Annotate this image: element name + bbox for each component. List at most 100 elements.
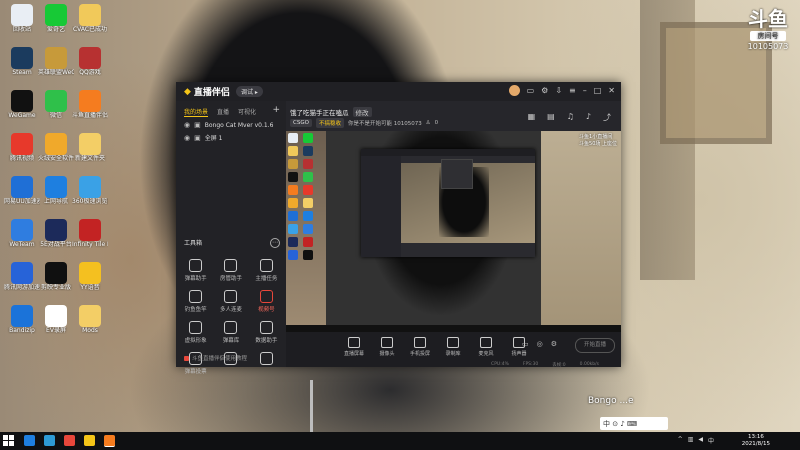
desktop-icon[interactable]: 爱奇艺 — [38, 4, 74, 33]
scene-item[interactable]: ◉ ▣ 全屏 1 — [176, 129, 286, 143]
ime-toolbar[interactable]: 中 ⊙ ♪ ⌨ — [600, 417, 668, 430]
toolbox-item[interactable]: 多人连麦 — [213, 290, 248, 313]
desktop-icon[interactable]: 5E对战平台 — [38, 219, 74, 248]
control-button[interactable]: 直播屏幕 — [342, 337, 366, 357]
toolbox-item[interactable]: 视频号 — [249, 290, 284, 313]
version-pill[interactable]: 调试 ▸ — [235, 86, 263, 97]
desktop-icon[interactable]: CVAC已成功 — [72, 4, 108, 33]
avatar[interactable] — [508, 85, 520, 96]
desktop-icon[interactable]: 上网导航 — [38, 176, 74, 205]
message-icon[interactable]: ▭ — [527, 86, 535, 95]
scene-item[interactable]: ◉ ▣ Bongo Cat Mver v0.1.6 — [176, 117, 286, 129]
start-live-button[interactable]: 开始直播 — [575, 338, 615, 353]
desktop-icon[interactable]: Bandizip — [4, 305, 40, 334]
preview-app-icon — [288, 133, 298, 143]
desktop-icon[interactable]: EV录屏 — [38, 305, 74, 334]
app-icon — [79, 47, 101, 69]
menu-icon[interactable]: ≡ — [569, 86, 576, 95]
audio-icon[interactable]: ♫ — [567, 112, 574, 123]
control-button[interactable]: 摄像头 — [375, 337, 399, 357]
desktop-icon[interactable]: 腾讯网游加速器 — [4, 262, 40, 291]
toolbox-item[interactable]: 房管助手 — [213, 259, 248, 282]
desktop-icon[interactable]: 回收站 — [4, 4, 40, 33]
taskbar-app-icon[interactable] — [44, 435, 55, 446]
tab-live[interactable]: 直播 — [217, 107, 229, 117]
taskbar-app-icon[interactable] — [104, 435, 115, 447]
desktop-icon[interactable]: 微信 — [38, 90, 74, 119]
eye-icon[interactable]: ◉ — [184, 121, 190, 129]
eye-icon[interactable]: ◉ — [184, 134, 190, 142]
toolbox-item[interactable]: 弹幕助手 — [178, 259, 213, 282]
category-chip[interactable]: CSGO — [290, 119, 312, 127]
desktop-icon[interactable]: Infinity Tile Pro — [72, 219, 108, 248]
desktop-icon[interactable]: 腾讯视频 — [4, 133, 40, 162]
control-label: 扬声器 — [511, 351, 527, 357]
desktop-icon[interactable]: 360极速浏览器 — [72, 176, 108, 205]
toolbox-item[interactable] — [249, 352, 284, 375]
tool-icon — [189, 290, 203, 303]
toolbox-item[interactable]: 弹幕库 — [213, 321, 248, 344]
desktop-icon[interactable]: WeGame — [4, 90, 40, 119]
taskbar-app-icon[interactable] — [84, 435, 95, 446]
settings-icon[interactable]: ⚙ — [541, 86, 548, 95]
windows-start-icon[interactable] — [3, 435, 14, 446]
stream-preview[interactable]: 斗鱼1小直播间 斗鱼50场 上座位 — [286, 131, 621, 332]
edit-title-button[interactable]: 修改 — [352, 107, 372, 117]
desktop-icon[interactable]: 斗鱼直播伴侣 — [72, 90, 108, 119]
download-icon[interactable]: ⇩ — [555, 86, 562, 95]
ime-icon[interactable]: 中 — [708, 436, 714, 445]
desktop-icon[interactable]: 火绒安全软件 — [38, 133, 74, 162]
desktop-icon-label: 剪映专业版 — [40, 284, 71, 291]
taskbar-app-icon[interactable] — [24, 435, 35, 446]
desktop-icon[interactable]: Mods — [72, 305, 108, 334]
scene-icon[interactable]: ▦ — [528, 112, 536, 123]
category-sub-chip[interactable]: 不搞稳收 — [315, 118, 344, 128]
desktop-icon[interactable]: 英雄联盟WeGame版 — [38, 47, 74, 76]
lock-icon[interactable]: ▣ — [194, 134, 201, 142]
desktop-icon[interactable]: 剪映专业版 — [38, 262, 74, 291]
record-icon[interactable]: ▭ — [522, 340, 529, 348]
app-icon — [79, 4, 101, 26]
control-button[interactable]: 麦克风 — [474, 337, 498, 357]
lock-icon[interactable]: ▣ — [194, 121, 201, 129]
share-icon[interactable]: ⤴ — [603, 112, 611, 123]
toolbox-item[interactable]: 数据助手 — [249, 321, 284, 344]
tutorial-link[interactable]: 斗鱼直播伴侣使用教程 — [184, 354, 247, 362]
toolbox-item[interactable]: 主播任务 — [249, 259, 284, 282]
control-icon — [447, 337, 459, 348]
taskbar-clock[interactable]: 13:16 2021/8/15 — [742, 434, 770, 448]
app-icon — [79, 219, 101, 241]
control-label: 麦克风 — [478, 351, 494, 357]
desktop-icon[interactable]: 网易UU加速器 — [4, 176, 40, 205]
toolbox-item[interactable]: 钓鱼鱼竿 — [178, 290, 213, 313]
volume-icon[interactable]: ◀ — [698, 436, 703, 445]
toolbox-more-icon[interactable]: ⋯ — [270, 238, 280, 248]
bell-icon[interactable]: ♪ — [586, 112, 591, 123]
control-button[interactable]: 录制库 — [441, 337, 465, 357]
app-titlebar[interactable]: ◆ 直播伴侣 调试 ▸ ▭ ⚙ ⇩ ≡ – □ ✕ — [176, 82, 621, 101]
close-icon[interactable]: ✕ — [608, 86, 615, 95]
effect-icon[interactable]: ◎ — [537, 340, 543, 348]
minimize-icon[interactable]: – — [583, 86, 587, 95]
tool-label: 钓鱼鱼竿 — [184, 307, 207, 313]
network-icon[interactable]: ▥ — [688, 436, 694, 445]
desktop-icon-label: 腾讯网游加速器 — [4, 284, 40, 291]
toolbox-item[interactable]: 虚拟形象 — [178, 321, 213, 344]
desktop-icon[interactable]: 新建文件夹 — [72, 133, 108, 162]
taskbar-app-icon[interactable] — [64, 435, 75, 446]
control-button[interactable]: 手机投屏 — [408, 337, 432, 357]
display-icon[interactable]: ▤ — [547, 112, 555, 123]
tab-visual[interactable]: 可视化 — [238, 107, 256, 117]
desktop-icon[interactable]: QQ游戏 — [72, 47, 108, 76]
maximize-icon[interactable]: □ — [594, 86, 602, 95]
tab-my-scenes[interactable]: 我的场景 — [184, 107, 209, 117]
desktop-icon[interactable]: YY语音 — [72, 262, 108, 291]
app-icon — [11, 219, 33, 241]
control-label: 录制库 — [445, 351, 461, 357]
desktop-icon[interactable]: WeTeam — [4, 219, 40, 248]
desktop-icon-label: 微信 — [49, 112, 62, 119]
add-scene-button[interactable]: + — [272, 106, 280, 117]
desktop-icon[interactable]: Steam — [4, 47, 40, 76]
gear-icon[interactable]: ⚙ — [551, 340, 557, 348]
chevron-up-icon[interactable]: ^ — [678, 436, 683, 445]
